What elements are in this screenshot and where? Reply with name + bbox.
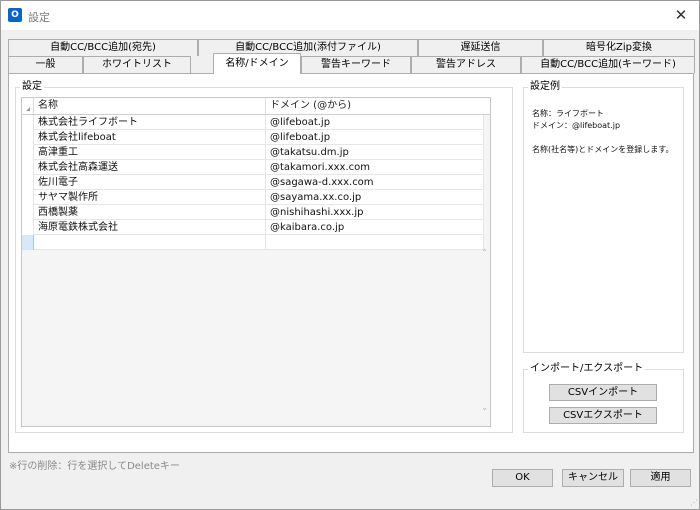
cancel-button[interactable]: キャンセル [562,469,624,487]
grid-corner [22,98,34,114]
cell-name[interactable]: 株式会社ライフボート [34,115,266,130]
grid-header: 名称 ドメイン (@から) [22,98,490,115]
apply-button[interactable]: 適用 [630,469,691,487]
tab-whitelist[interactable]: ホワイトリスト [83,56,191,73]
table-row[interactable]: 株式会社ライフボート @lifeboat.jp [22,115,484,130]
tab-general[interactable]: 一般 [8,56,83,73]
row-header[interactable] [22,175,34,190]
cell-domain[interactable]: @lifeboat.jp [266,115,484,130]
settings-group-title: 設定 [20,81,44,93]
row-header[interactable] [22,220,34,235]
csv-export-button[interactable]: CSVエクスポート [549,407,657,424]
tab-auto-cc-bcc-keyword[interactable]: 自動CC/BCC追加(キーワード) [521,56,695,73]
table-row[interactable]: 佐川電子 @sagawa-d.xxx.com [22,175,484,190]
settings-dialog: O 設定 ✕ 自動CC/BCC追加(宛先) 自動CC/BCC追加(添付ファイル)… [0,0,700,510]
cell-domain[interactable]: @takatsu.dm.jp [266,145,484,160]
table-row[interactable]: 株式会社lifeboat @lifeboat.jp [22,130,484,145]
row-header[interactable] [22,145,34,160]
table-row[interactable]: 海原電鉄株式会社 @kaibara.co.jp [22,220,484,235]
tab-auto-cc-bcc-recipient[interactable]: 自動CC/BCC追加(宛先) [8,39,198,56]
row-header[interactable] [22,130,34,145]
cell-name[interactable] [34,235,266,250]
example-name: 名称：ライフボート [532,109,604,118]
title-bar: O 設定 ✕ [1,1,699,30]
import-export-group: インポート/エクスポート CSVインポート CSVエクスポート [523,363,684,433]
row-header[interactable] [22,160,34,175]
example-description: 名称(社名等)とドメインを登録します。 [532,145,674,154]
tab-delayed-send[interactable]: 遅延送信 [418,39,543,56]
row-header[interactable] [22,235,34,250]
cell-name[interactable]: 株式会社高森運送 [34,160,266,175]
cell-domain[interactable]: @sayama.xx.co.jp [266,190,484,205]
row-header[interactable] [22,205,34,220]
column-header-domain[interactable]: ドメイン (@から) [266,98,490,114]
delete-row-hint: ※行の削除：行を選択してDeleteキー [9,461,180,472]
import-export-group-title: インポート/エクスポート [528,363,646,375]
cell-name[interactable]: 株式会社lifeboat [34,130,266,145]
table-row[interactable]: 西橋製薬 @nishihashi.xxx.jp [22,205,484,220]
table-row[interactable]: 株式会社高森運送 @takamori.xxx.com [22,160,484,175]
tab-name-domain[interactable]: 名称/ドメイン [213,53,301,74]
cell-domain[interactable] [266,235,484,250]
scroll-down-icon[interactable]: ⌄ [481,403,488,412]
csv-import-button[interactable]: CSVインポート [549,384,657,401]
cell-name[interactable]: 西橋製薬 [34,205,266,220]
cell-domain[interactable]: @lifeboat.jp [266,130,484,145]
outlook-icon: O [8,8,22,22]
tab-encrypted-zip[interactable]: 暗号化Zip変換 [543,39,695,56]
example-group: 設定例 名称：ライフボート ドメイン：@lifeboat.jp 名称(社名等)と… [523,81,684,353]
name-domain-grid[interactable]: 名称 ドメイン (@から) 株式会社ライフボート @lifeboat.jp 株式… [21,97,491,427]
column-header-name[interactable]: 名称 [34,98,266,114]
window-title: 設定 [28,11,50,24]
example-domain: ドメイン：@lifeboat.jp [532,121,621,130]
cell-name[interactable]: 佐川電子 [34,175,266,190]
corner-triangle-icon [26,107,30,111]
cell-domain[interactable]: @kaibara.co.jp [266,220,484,235]
cell-name[interactable]: 海原電鉄株式会社 [34,220,266,235]
tab-warning-address[interactable]: 警告アドレス [411,56,521,73]
scroll-up-icon[interactable]: ⌃ [481,248,488,257]
cell-domain[interactable]: @nishihashi.xxx.jp [266,205,484,220]
row-header[interactable] [22,115,34,130]
cell-name[interactable]: サヤマ製作所 [34,190,266,205]
new-entry-row[interactable] [22,235,484,250]
cell-domain[interactable]: @takamori.xxx.com [266,160,484,175]
cell-name[interactable]: 高津重工 [34,145,266,160]
close-icon[interactable]: ✕ [663,1,699,30]
table-row[interactable]: サヤマ製作所 @sayama.xx.co.jp [22,190,484,205]
row-header[interactable] [22,190,34,205]
ok-button[interactable]: OK [492,469,553,487]
example-group-title: 設定例 [528,81,562,93]
tab-warning-keyword[interactable]: 警告キーワード [301,56,411,73]
cell-domain[interactable]: @sagawa-d.xxx.com [266,175,484,190]
resize-grip-icon[interactable]: ⋰ [690,498,698,507]
table-row[interactable]: 高津重工 @takatsu.dm.jp [22,145,484,160]
